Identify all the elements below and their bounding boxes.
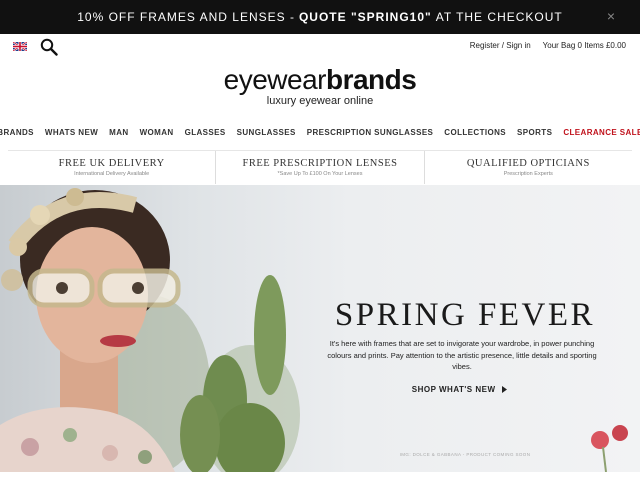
register-link[interactable]: Register / Sign in xyxy=(470,41,531,50)
usp-strip: FREE UK DELIVERY International Delivery A… xyxy=(8,150,632,184)
usp-item[interactable]: FREE PRESCRIPTION LENSES *Save Up To £100… xyxy=(215,151,423,184)
account-links: Register / Sign in Your Bag 0 Items £0.0… xyxy=(470,41,626,50)
hero-body-text: It's here with frames that are set to in… xyxy=(327,339,597,371)
nav-item-glasses[interactable]: GLASSES xyxy=(179,128,231,137)
image-credit: IMG: DOLCE & GABBANA - PRODUCT COMING SO… xyxy=(399,452,531,457)
usp-subtitle: *Save Up To £100 On Your Lenses xyxy=(277,171,363,177)
usp-item[interactable]: FREE UK DELIVERY International Delivery A… xyxy=(8,151,215,184)
nav-item-man[interactable]: MAN xyxy=(104,128,134,137)
nav-item-brands[interactable]: BRANDS xyxy=(0,128,39,137)
promo-code: QUOTE "SPRING10" xyxy=(298,10,432,24)
logo-wordmark: eyewearbrands xyxy=(223,64,417,95)
bag-link[interactable]: Your Bag 0 Items £0.00 xyxy=(543,41,626,50)
search-icon[interactable] xyxy=(40,38,58,56)
nav-item-sunglasses[interactable]: SUNGLASSES xyxy=(231,128,301,137)
arrow-right-icon xyxy=(502,386,508,393)
usp-title: FREE UK DELIVERY xyxy=(58,158,165,169)
usp-item[interactable]: QUALIFIED OPTICIANS Prescription Experts xyxy=(423,151,632,184)
hero-banner[interactable]: SPRING FEVER It's here with frames that … xyxy=(0,185,640,472)
nav-item-woman[interactable]: WOMAN xyxy=(134,128,179,137)
nav-item-sports[interactable]: SPORTS xyxy=(512,128,558,137)
site-logo[interactable]: eyewearbrands luxury eyewear online xyxy=(0,64,640,108)
nav-item-prescription-sunglasses[interactable]: PRESCRIPTION SUNGLASSES xyxy=(301,128,439,137)
nav-item-whats-new[interactable]: WHATS NEW xyxy=(39,128,103,137)
usp-title: FREE PRESCRIPTION LENSES xyxy=(242,158,398,169)
hero-headline: SPRING FEVER xyxy=(334,297,596,333)
logo-tagline: luxury eyewear online xyxy=(266,95,374,107)
nav-item-clearance-sale[interactable]: CLEARANCE SALE xyxy=(558,128,640,137)
close-icon[interactable]: × xyxy=(607,8,616,24)
shop-whats-new-link[interactable]: SHOP WHAT'S NEW xyxy=(400,385,520,394)
usp-subtitle: Prescription Experts xyxy=(503,171,553,177)
usp-subtitle: International Delivery Available xyxy=(74,171,150,177)
nav-item-collections[interactable]: COLLECTIONS xyxy=(439,128,512,137)
promo-banner: 10% OFF FRAMES AND LENSES - QUOTE "SPRIN… xyxy=(0,0,640,34)
promo-prefix: 10% OFF FRAMES AND LENSES - xyxy=(77,10,295,24)
utility-bar: Register / Sign in Your Bag 0 Items £0.0… xyxy=(0,34,640,60)
usp-title: QUALIFIED OPTICIANS xyxy=(466,158,590,169)
uk-flag-icon[interactable] xyxy=(13,42,27,51)
promo-suffix: AT THE CHECKOUT xyxy=(435,10,563,24)
main-nav: BRANDS WHATS NEW MAN WOMAN GLASSES SUNGLASSES… xyxy=(0,128,640,137)
